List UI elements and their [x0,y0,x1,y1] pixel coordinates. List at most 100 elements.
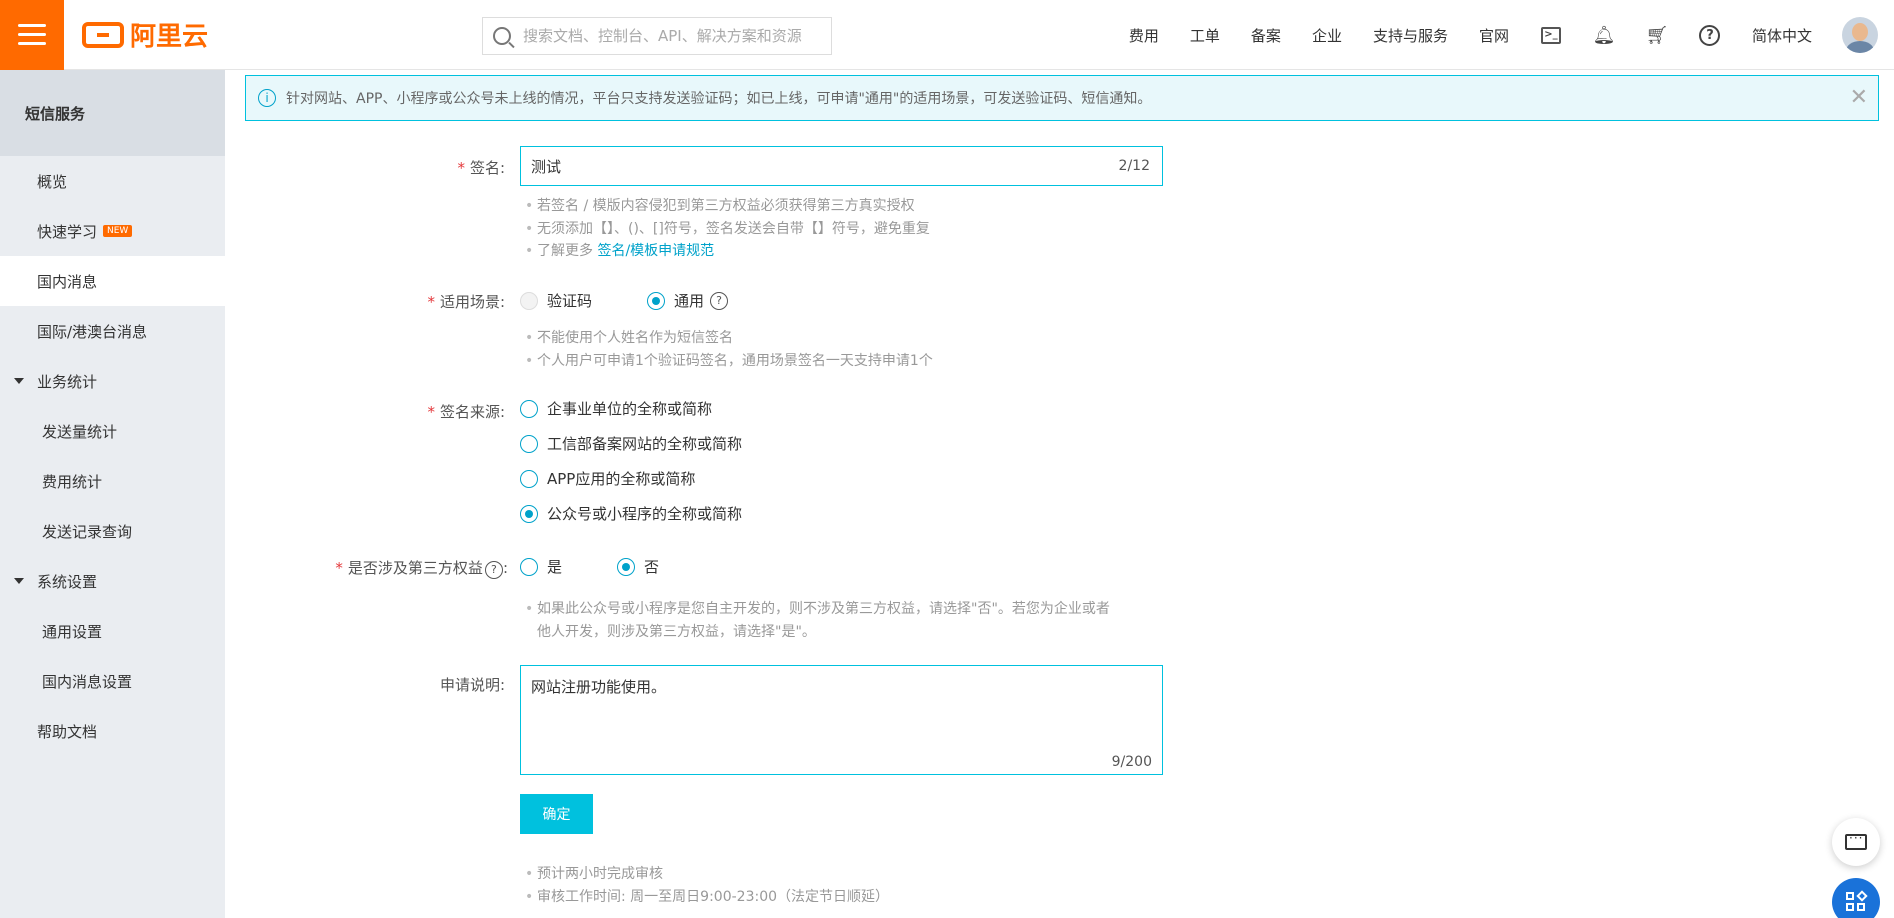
terminal-icon[interactable]: >_ [1540,24,1562,46]
top-nav: 费用 工单 备案 企业 支持与服务 官网 >_ 🔔︎ 🛒︎ ? 简体中文 [1098,0,1894,70]
sidebar-item-domestic[interactable]: 国内消息 [0,256,225,306]
signature-counter: 2/12 [1118,158,1150,174]
sidebar-item-send-stats[interactable]: 发送量统计 [0,406,225,456]
third-party-label: * 是否涉及第三方权益?: [335,559,508,579]
sidebar-item-label: 发送量统计 [42,422,118,441]
hint-item: 预计两小时完成审核 [525,863,889,886]
description-textarea[interactable]: 网站注册功能使用。 9/200 [520,665,1163,775]
cart-icon[interactable]: 🛒︎ [1646,24,1669,46]
spec-link[interactable]: 签名/模板申请规范 [597,243,714,259]
scenario-hints: 不能使用个人姓名作为短信签名 个人用户可申请1个验证码签名，通用场景签名一天支持… [525,327,933,372]
hint-item: 若签名 / 模版内容侵犯到第三方权益必须获得第三方真实授权 [525,195,930,218]
close-icon[interactable]: ✕ [1850,85,1868,110]
sidebar-item-label: 业务统计 [37,372,98,391]
sidebar-title: 短信服务 [0,70,225,156]
notice-banner: i 针对网站、APP、小程序或公众号未上线的情况，平台只支持发送验证码；如已上线… [245,75,1879,121]
sidebar-group-stats[interactable]: 业务统计 [0,356,225,406]
radio-icon [520,469,538,488]
caret-down-icon [14,378,24,384]
sidebar-item-label: 帮助文档 [37,722,98,741]
source-label: * 签名来源: [427,403,505,421]
nav-icp[interactable]: 备案 [1251,25,1281,46]
aliyun-logo-icon [82,21,124,48]
hint-item: 无须添加【】、()、[]符号，签名发送会自带【】符号，避免重复 [525,218,930,241]
sidebar-item-label: 国内消息 [37,272,98,291]
signature-label: * 签名: [457,159,505,177]
sidebar-item-general-settings[interactable]: 通用设置 [0,606,225,656]
source-radio-enterprise[interactable]: 企事业单位的全称或简称 [520,398,712,419]
logo-text: 阿里云 [130,22,209,52]
sidebar-item-fee-stats[interactable]: 费用统计 [0,456,225,506]
radio-icon [520,557,538,576]
nav-tickets[interactable]: 工单 [1190,25,1220,46]
sidebar-item-label: 国际/港澳台消息 [37,322,148,341]
scenario-label: * 适用场景: [427,293,505,311]
sidebar-item-international[interactable]: 国际/港澳台消息 [0,306,225,356]
sidebar-item-help-docs[interactable]: 帮助文档 [0,706,225,756]
info-icon: i [258,89,276,107]
search-input[interactable] [523,27,823,45]
radio-checked-icon [647,291,665,310]
sidebar-item-overview[interactable]: 概览 [0,156,225,206]
source-radio-miniprogram[interactable]: 公众号或小程序的全称或简称 [520,503,742,524]
third-party-radio-yes[interactable]: 是 [520,556,562,577]
sidebar-item-label: 通用设置 [42,622,103,641]
scenario-radio-verification[interactable]: 验证码 [520,290,592,311]
sidebar-item-label: 发送记录查询 [42,522,133,541]
chat-icon[interactable] [1832,818,1880,866]
description-counter: 9/200 [1111,754,1152,770]
signature-value: 测试 [531,157,562,176]
sidebar-item-label: 费用统计 [42,472,103,491]
bell-icon[interactable]: 🔔︎ [1593,24,1616,46]
radio-checked-icon [617,557,635,576]
hint-item: 如果此公众号或小程序是您自主开发的，则不涉及第三方权益，请选择"否"。若您为企业… [525,598,1110,643]
top-bar: 阿里云 费用 工单 备案 企业 支持与服务 官网 >_ 🔔︎ 🛒︎ ? 简体中文 [0,0,1894,70]
sidebar-item-quick-learn[interactable]: 快速学习 NEW [0,206,225,256]
hint-item: 不能使用个人姓名作为短信签名 [525,327,933,350]
sidebar-group-settings[interactable]: 系统设置 [0,556,225,606]
signature-input[interactable]: 测试 2/12 [520,146,1163,186]
hint-item: 了解更多 签名/模板申请规范 [525,240,930,263]
radio-icon [520,291,538,310]
caret-down-icon [14,578,24,584]
aliyun-logo[interactable]: 阿里云 [82,16,208,53]
sidebar-item-domestic-settings[interactable]: 国内消息设置 [0,656,225,706]
radio-icon [520,399,538,418]
hint-item: 个人用户可申请1个验证码签名，通用场景签名一天支持申请1个 [525,350,933,373]
sidebar: 短信服务 概览 快速学习 NEW 国内消息 国际/港澳台消息 业务统计 发送量统计… [0,70,225,918]
question-icon[interactable]: ? [484,560,503,579]
signature-hints: 若签名 / 模版内容侵犯到第三方权益必须获得第三方真实授权 无须添加【】、()、… [525,195,930,263]
help-icon[interactable]: ? [1699,24,1721,46]
radio-checked-icon [520,504,538,523]
search-icon[interactable] [493,27,511,45]
radio-icon [520,434,538,453]
sidebar-item-label: 快速学习 [37,222,98,241]
question-icon[interactable]: ? [710,291,729,310]
third-party-hints: 如果此公众号或小程序是您自主开发的，则不涉及第三方权益，请选择"否"。若您为企业… [525,598,1110,643]
sidebar-item-label: 概览 [37,172,68,191]
scenario-radio-general[interactable]: 通用? [647,290,729,311]
footer-hints: 预计两小时完成审核 审核工作时间: 周一至周日9:00-23:00（法定节日顺延… [525,863,889,908]
third-party-radio-no[interactable]: 否 [617,556,659,577]
notice-text: 针对网站、APP、小程序或公众号未上线的情况，平台只支持发送验证码；如已上线，可… [286,91,1152,107]
source-radio-app[interactable]: APP应用的全称或简称 [520,468,695,489]
hint-item: 审核工作时间: 周一至周日9:00-23:00（法定节日顺延） [525,886,889,909]
sidebar-item-label: 系统设置 [37,572,98,591]
nav-official-site[interactable]: 官网 [1479,25,1509,46]
source-radio-website[interactable]: 工信部备案网站的全称或简称 [520,433,742,454]
main-content: i 针对网站、APP、小程序或公众号未上线的情况，平台只支持发送验证码；如已上线… [225,70,1894,918]
confirm-button[interactable]: 确定 [520,794,593,834]
hamburger-menu-icon[interactable] [0,0,64,70]
nav-support[interactable]: 支持与服务 [1373,25,1448,46]
search-box[interactable] [482,17,832,55]
nav-fees[interactable]: 费用 [1129,25,1159,46]
language-switch[interactable]: 简体中文 [1752,25,1812,46]
avatar[interactable] [1842,17,1878,53]
description-label: 申请说明: [439,676,505,694]
new-badge: NEW [103,225,133,237]
sidebar-item-label: 国内消息设置 [42,672,133,691]
description-value: 网站注册功能使用。 [531,678,667,696]
nav-enterprise[interactable]: 企业 [1312,25,1342,46]
apps-icon[interactable] [1832,878,1880,918]
sidebar-item-send-records[interactable]: 发送记录查询 [0,506,225,556]
